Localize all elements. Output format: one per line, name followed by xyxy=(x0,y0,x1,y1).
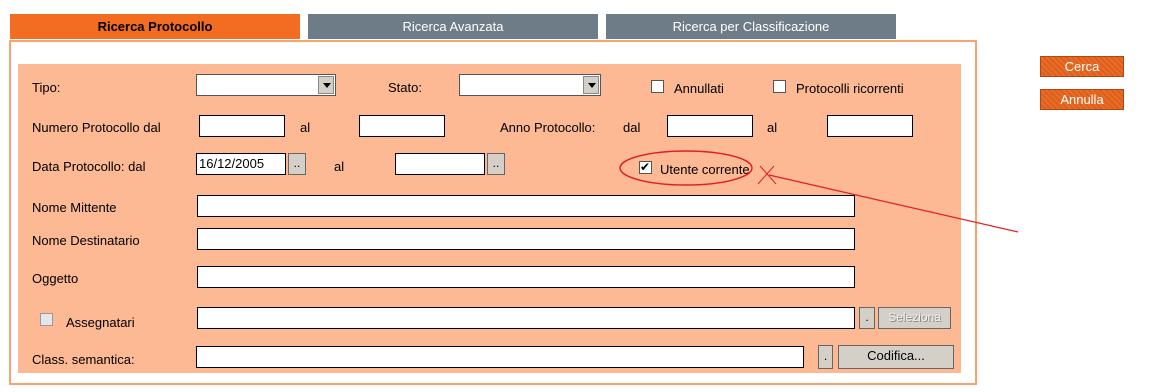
annotation-overlay xyxy=(619,150,1019,233)
annotation-scribble xyxy=(757,165,777,185)
annotation-ellipse xyxy=(619,150,753,186)
annotation-line xyxy=(768,174,1019,233)
